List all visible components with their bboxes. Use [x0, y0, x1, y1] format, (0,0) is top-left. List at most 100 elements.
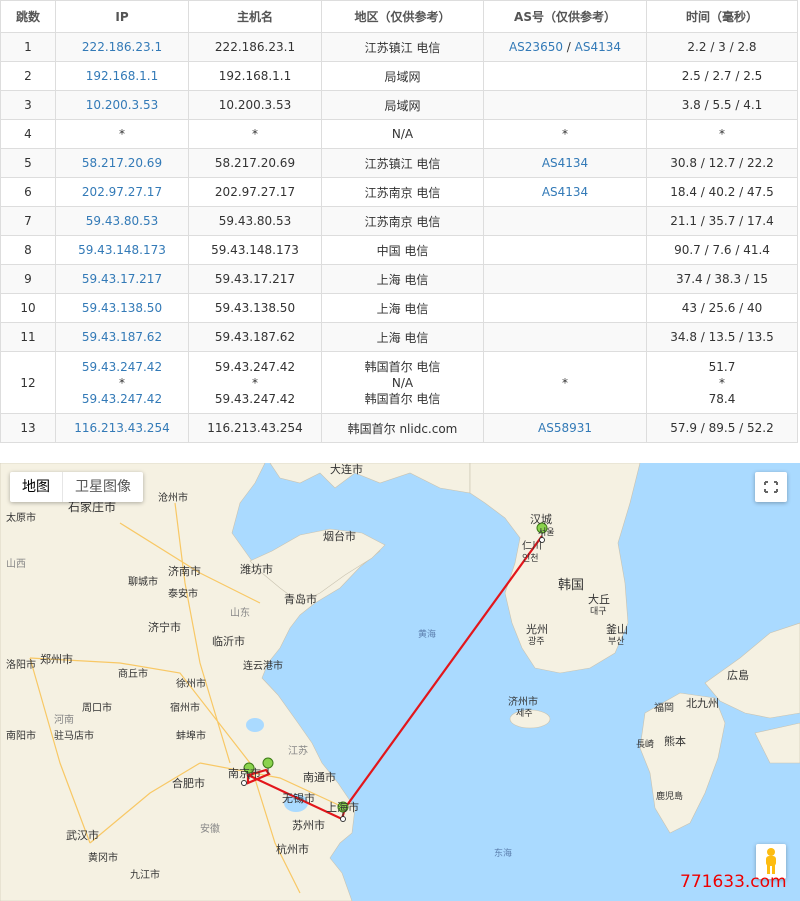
host-cell: 59.43.17.217 — [188, 264, 322, 294]
map-label: 河南 — [54, 713, 74, 726]
table-row: 2 192.168.1.1 192.168.1.1 局域网 2.5 / 2.7 / 2.… — [0, 61, 798, 91]
region-cell: 韩国首尔 电信 N/A 韩国首尔 电信 — [321, 351, 484, 414]
header-time: 时间（毫秒） — [646, 0, 798, 33]
fullscreen-icon — [764, 481, 778, 493]
fullscreen-button[interactable] — [755, 472, 787, 502]
region-cell: 韩国首尔 nlidc.com — [321, 413, 484, 443]
map-type-control: 地图 卫星图像 — [10, 472, 143, 502]
as-link[interactable]: AS23650 — [509, 40, 563, 54]
table-row: 7 59.43.80.53 59.43.80.53 江苏南京 电信 21.1 / 35.… — [0, 206, 798, 236]
hop-cell: 4 — [0, 119, 56, 149]
map-label: 汉城 — [530, 513, 552, 526]
ip-link[interactable]: 222.186.23.1 — [55, 32, 189, 62]
host-cell: 59.43.138.50 — [188, 293, 322, 323]
map-label: 南通市 — [303, 770, 336, 784]
hop-cell: 8 — [0, 235, 56, 265]
table-header-row: 跳数 IP 主机名 地区（仅供参考） AS号（仅供参考） 时间（毫秒） — [0, 0, 798, 33]
region-cell: 江苏南京 电信 — [321, 177, 484, 207]
header-hop: 跳数 — [0, 0, 56, 33]
map-label: 山西 — [6, 558, 26, 570]
map-label: 济州市 — [508, 695, 538, 708]
region-cell: 局域网 — [321, 90, 484, 120]
ip-link[interactable]: 59.43.138.50 — [55, 293, 189, 323]
ip-link[interactable]: 202.97.27.17 — [55, 177, 189, 207]
map-label: 江苏 — [288, 744, 308, 757]
map-label: 上海市 — [326, 800, 359, 814]
table-body: 1 222.186.23.1 222.186.23.1 江苏镇江 电信 AS23650 … — [0, 32, 798, 443]
header-ip: IP — [55, 0, 189, 33]
as-link[interactable]: AS4134 — [575, 40, 621, 54]
region-cell: 江苏南京 电信 — [321, 206, 484, 236]
time-cell: 3.8 / 5.5 / 4.1 — [646, 90, 798, 120]
as-cell — [483, 235, 647, 265]
table-row: 4 * * N/A * * — [0, 119, 798, 149]
map-type-satellite-button[interactable]: 卫星图像 — [62, 472, 143, 502]
hop-cell: 7 — [0, 206, 56, 236]
map-label: 潍坊市 — [240, 562, 273, 576]
ip-link[interactable]: 59.43.247.42 — [60, 391, 184, 407]
map-type-map-button[interactable]: 地图 — [10, 472, 62, 502]
map-label: 济南市 — [168, 564, 201, 578]
liaodong-landmass — [269, 463, 471, 494]
region-cell: 江苏镇江 电信 — [321, 148, 484, 178]
map-label: 釜山 — [606, 622, 628, 636]
as-cell: AS4134 — [483, 148, 647, 178]
table-row: 1 222.186.23.1 222.186.23.1 江苏镇江 电信 AS23650 … — [0, 32, 798, 62]
host-text: 59.43.247.42 — [214, 391, 296, 406]
time-text: 51.7 — [708, 359, 736, 374]
header-as: AS号（仅供参考） — [483, 0, 647, 33]
ip-cell: 59.43.247.42 * 59.43.247.42 — [55, 351, 189, 414]
as-link[interactable]: AS4134 — [542, 185, 588, 199]
map-label: 제주 — [516, 708, 533, 719]
ip-link[interactable]: 59.43.187.62 — [55, 322, 189, 352]
map-label: 韩国 — [558, 578, 584, 593]
ip-link[interactable]: 59.43.148.173 — [55, 235, 189, 265]
shikoku-island — [754, 722, 800, 764]
time-cell: 57.9 / 89.5 / 52.2 — [646, 413, 798, 443]
map-label: 鹿児島 — [656, 790, 683, 802]
map-label: 烟台市 — [323, 529, 356, 543]
map-label: 大连市 — [330, 463, 363, 476]
header-host: 主机名 — [188, 0, 322, 33]
hop-cell: 12 — [0, 351, 56, 414]
table-row: 11 59.43.187.62 59.43.187.62 上海 电信 34.8 / 13… — [0, 322, 798, 352]
map-label: 沧州市 — [158, 491, 188, 504]
time-cell: 51.7 * 78.4 — [646, 351, 798, 414]
ip-link[interactable]: 10.200.3.53 — [55, 90, 189, 120]
ip-link[interactable]: 116.213.43.254 — [55, 413, 189, 443]
map-label: 济宁市 — [148, 620, 181, 634]
time-cell: 43 / 25.6 / 40 — [646, 293, 798, 323]
map-label: 无锡市 — [282, 791, 315, 805]
map-label: 苏州市 — [292, 818, 325, 832]
as-cell — [483, 90, 647, 120]
region-text: 韩国首尔 电信 — [364, 359, 441, 374]
map-canvas[interactable]: 大连市 沧州市 石家庄市 太原市 山西 烟台市 潍坊市 济南市 聊城市 泰安市 … — [0, 463, 800, 901]
ip-link[interactable]: 192.168.1.1 — [55, 61, 189, 91]
ip-link[interactable]: 58.217.20.69 — [55, 148, 189, 178]
table-row: 5 58.217.20.69 58.217.20.69 江苏镇江 电信 AS4134 30… — [0, 148, 798, 178]
map-label: 福岡 — [654, 701, 674, 714]
ip-link[interactable]: 59.43.80.53 — [55, 206, 189, 236]
map-label: 長崎 — [636, 738, 654, 750]
route-endpoint — [241, 780, 247, 786]
map-label: 大丘 — [588, 592, 610, 606]
host-cell: 59.43.187.62 — [188, 322, 322, 352]
time-cell: 90.7 / 7.6 / 41.4 — [646, 235, 798, 265]
host-cell: 222.186.23.1 — [188, 32, 322, 62]
as-link[interactable]: AS58931 — [483, 413, 647, 443]
map-label: 인천 — [522, 553, 539, 564]
map-label: 山东 — [230, 606, 250, 619]
route-map[interactable]: 大连市 沧州市 石家庄市 太原市 山西 烟台市 潍坊市 济南市 聊城市 泰安市 … — [0, 463, 800, 901]
ip-link[interactable]: 59.43.17.217 — [55, 264, 189, 294]
as-link[interactable]: AS4134 — [542, 156, 588, 170]
as-cell: * — [483, 119, 647, 149]
region-cell: 江苏镇江 电信 — [321, 32, 484, 62]
map-label: 合肥市 — [172, 776, 205, 790]
region-cell: 局域网 — [321, 61, 484, 91]
time-text: * — [719, 375, 725, 390]
map-label: 郑州市 — [40, 652, 73, 666]
ip-link[interactable]: 59.43.247.42 — [60, 359, 184, 375]
as-cell: AS4134 — [483, 177, 647, 207]
map-label: 聊城市 — [128, 575, 158, 588]
hop-cell: 9 — [0, 264, 56, 294]
